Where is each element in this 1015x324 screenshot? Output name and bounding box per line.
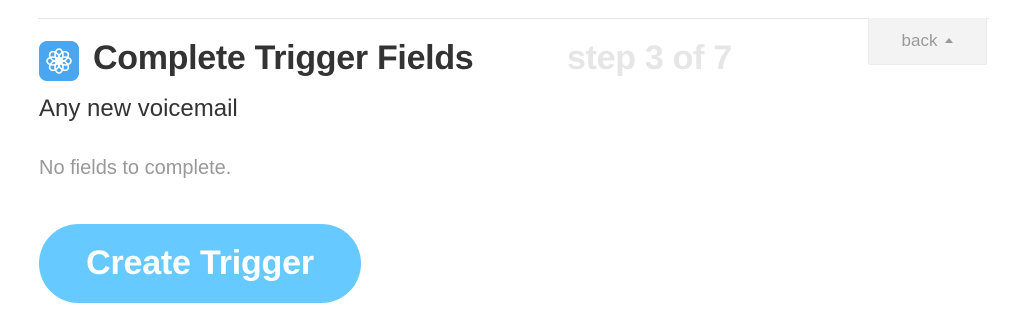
page-title: Complete Trigger Fields (93, 39, 474, 77)
voicemail-flower-icon (39, 41, 79, 81)
create-trigger-button[interactable]: Create Trigger (39, 224, 361, 303)
flower-icon (46, 48, 72, 74)
step-indicator: step 3 of 7 (567, 39, 732, 77)
no-fields-message: No fields to complete. (39, 157, 232, 179)
top-divider (38, 18, 989, 19)
trigger-name: Any new voicemail (39, 95, 238, 122)
caret-up-icon (945, 37, 954, 43)
back-button-label: back (901, 31, 938, 50)
back-button[interactable]: back (868, 18, 987, 65)
